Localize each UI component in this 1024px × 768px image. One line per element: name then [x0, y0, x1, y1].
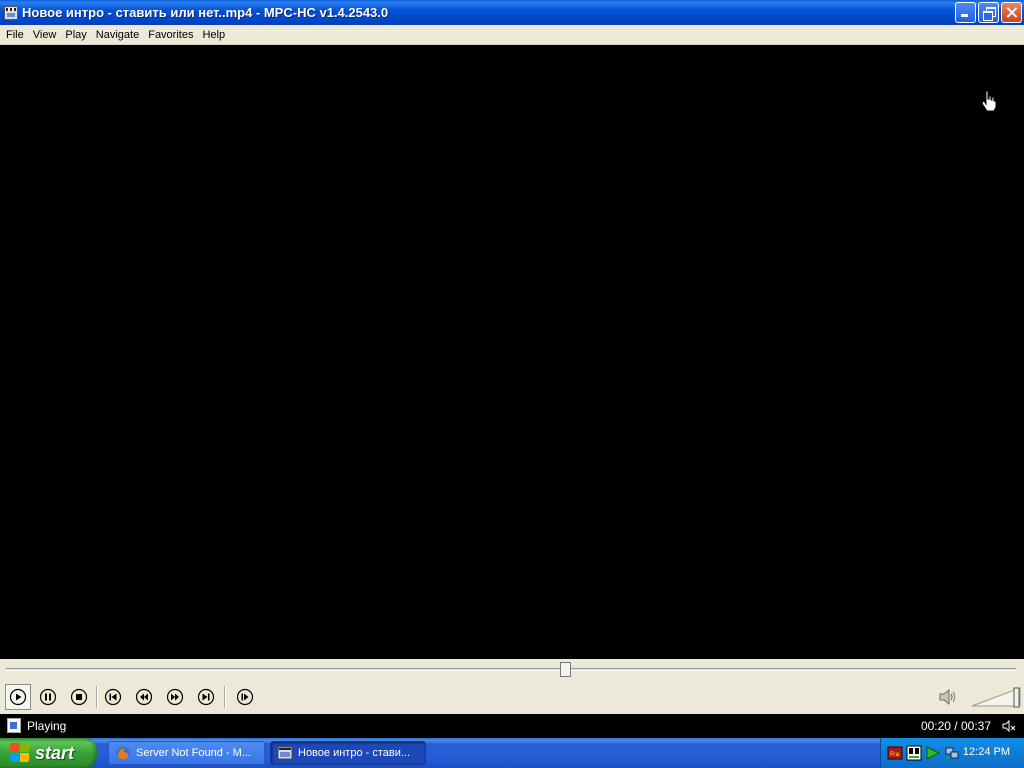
- taskbar-item-mpc[interactable]: Новое интро - стави...: [270, 741, 426, 765]
- seek-thumb[interactable]: [559, 662, 571, 677]
- system-clock: 12:24 PM: [962, 746, 1010, 758]
- network-icon[interactable]: [944, 745, 960, 761]
- next-button[interactable]: [196, 687, 216, 707]
- play-arrow-icon[interactable]: [925, 745, 941, 761]
- control-bar: [0, 680, 1024, 714]
- taskbar: start Server Not Found - M... Новое интр…: [0, 738, 1024, 768]
- menu-play[interactable]: Play: [61, 26, 90, 44]
- minimize-button[interactable]: [955, 2, 976, 23]
- windows-logo-icon: [10, 743, 30, 763]
- menu-navigate[interactable]: Navigate: [92, 26, 143, 44]
- status-bar: Playing 00:20 / 00:37: [0, 714, 1024, 738]
- start-label: start: [35, 742, 75, 763]
- stop-icon: [70, 688, 88, 706]
- previous-button[interactable]: [103, 687, 123, 707]
- start-button[interactable]: start: [0, 738, 97, 768]
- hand-cursor-icon: [981, 90, 997, 112]
- restore-button[interactable]: [978, 2, 999, 23]
- system-tray: Fra 12:24 PM: [880, 738, 1024, 768]
- menu-view[interactable]: View: [29, 26, 61, 44]
- menu-favorites[interactable]: Favorites: [144, 26, 197, 44]
- mute-icon[interactable]: [1001, 718, 1017, 734]
- seek-bar[interactable]: [0, 659, 1024, 680]
- play-icon: [9, 688, 27, 706]
- next-icon: [197, 688, 215, 706]
- taskbar-item-label: Новое интро - стави...: [298, 747, 411, 759]
- menu-file[interactable]: File: [2, 26, 28, 44]
- video-area[interactable]: [0, 45, 1024, 659]
- taskbar-item-label: Server Not Found - M...: [136, 747, 251, 759]
- fast-forward-icon: [166, 688, 184, 706]
- time-display: 00:20 / 00:37: [920, 719, 991, 733]
- close-button[interactable]: [1001, 2, 1022, 23]
- volume-slider[interactable]: [970, 685, 1022, 709]
- recording-counter-icon[interactable]: [906, 745, 922, 761]
- frame-step-button[interactable]: [235, 687, 255, 707]
- menu-help[interactable]: Help: [198, 26, 229, 44]
- stop-button[interactable]: [69, 687, 89, 707]
- seek-track[interactable]: [6, 668, 1016, 671]
- separator: [224, 686, 226, 708]
- firefox-icon: [116, 746, 130, 760]
- fraps-icon[interactable]: Fra: [887, 745, 903, 761]
- rewind-icon: [135, 688, 153, 706]
- status-icon: [7, 718, 21, 733]
- pause-icon: [39, 688, 57, 706]
- prev-icon: [104, 688, 122, 706]
- mpc-app-icon: [4, 5, 18, 20]
- separator: [96, 686, 98, 708]
- menu-bar: File View Play Navigate Favorites Help: [0, 25, 1024, 45]
- play-button[interactable]: [5, 684, 31, 710]
- taskbar-item-browser[interactable]: Server Not Found - M...: [108, 741, 265, 765]
- window-title: Новое интро - ставить или нет..mp4 - MPC…: [22, 5, 389, 20]
- frame-step-icon: [236, 688, 254, 706]
- mpc-app-icon: [277, 746, 293, 760]
- fast-forward-button[interactable]: [165, 687, 185, 707]
- playback-status: Playing: [27, 719, 67, 733]
- speaker-icon[interactable]: [937, 687, 959, 707]
- svg-text:Fra: Fra: [890, 751, 899, 758]
- pause-button[interactable]: [38, 687, 58, 707]
- window-titlebar[interactable]: Новое интро - ставить или нет..mp4 - MPC…: [0, 0, 1024, 25]
- rewind-button[interactable]: [134, 687, 154, 707]
